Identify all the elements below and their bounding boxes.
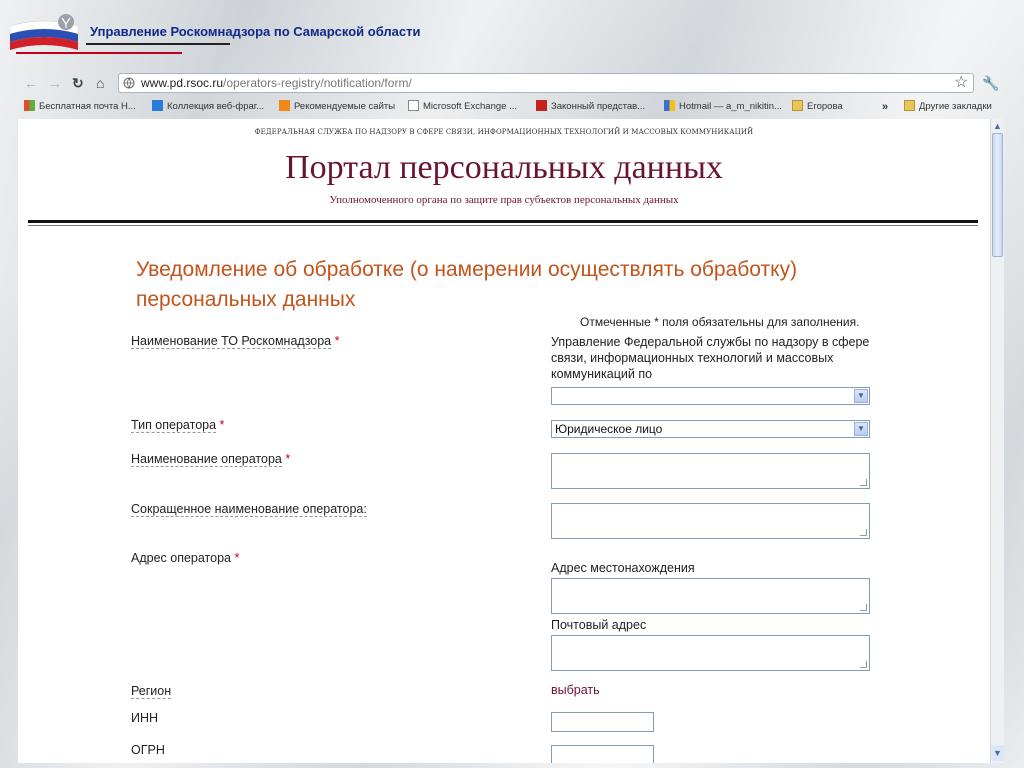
header-divider	[28, 220, 978, 223]
globe-icon	[123, 77, 135, 89]
scroll-down-icon[interactable]: ▼	[991, 745, 1004, 761]
windows-flag-icon	[664, 100, 675, 111]
operator-name-textarea[interactable]	[551, 453, 870, 489]
operator-type-select[interactable]: Юридическое лицо ▼	[551, 420, 870, 438]
vertical-scrollbar[interactable]: ▲ ▼	[990, 119, 1004, 763]
slide-header: Управление Роскомнадзора по Самарской об…	[0, 0, 1024, 68]
folder-icon	[792, 100, 803, 111]
form-title: Уведомление об обработке (о намерении ос…	[136, 258, 798, 311]
postal-address-textarea[interactable]	[551, 635, 870, 671]
scroll-up-icon[interactable]: ▲	[991, 119, 1004, 133]
bookmark-item[interactable]: Microsoft Exchange ...	[408, 97, 517, 117]
home-icon[interactable]: ⌂	[96, 74, 104, 92]
bookmarks-overflow-icon[interactable]: »	[882, 97, 888, 117]
ogrn-input[interactable]	[551, 745, 654, 763]
header-divider-thin	[28, 225, 978, 226]
url-text: www.pd.rsoc.ru/operators-registry/notifi…	[141, 76, 412, 90]
required-fields-note: Отмеченные * поля обязательны для заполн…	[580, 315, 860, 329]
location-address-textarea[interactable]	[551, 578, 870, 614]
region-label: Регион	[131, 684, 172, 699]
chevron-down-icon: ▼	[854, 389, 868, 403]
slide-title: Управление Роскомнадзора по Самарской об…	[90, 24, 421, 39]
bookmark-item[interactable]: Бесплатная почта Н...	[24, 97, 136, 117]
title-underline-accent	[16, 52, 182, 54]
agency-caption: ФЕДЕРАЛЬНАЯ СЛУЖБА ПО НАДЗОРУ В СФЕРЕ СВ…	[254, 128, 754, 136]
other-bookmarks-folder[interactable]: Другие закладки	[904, 97, 992, 117]
bookmark-item[interactable]: Рекомендуемые сайты	[279, 97, 395, 117]
forward-icon[interactable]: →	[48, 74, 62, 92]
operator-short-name-textarea[interactable]	[551, 503, 870, 539]
ogrn-label: ОГРН	[131, 743, 165, 757]
bookmark-item[interactable]: Hotmail — a_m_nikitin...	[664, 97, 782, 117]
operator-address-label: Адрес оператора *	[131, 551, 240, 565]
back-icon[interactable]: ←	[24, 74, 38, 92]
operator-short-name-label: Сокращенное наименование оператора:	[131, 502, 367, 517]
page-icon	[408, 100, 419, 111]
windows-flag-icon	[24, 100, 35, 111]
bookmarks-bar: Бесплатная почта Н... Коллекция веб-фраг…	[18, 97, 1004, 117]
portal-title: Портал персональных данных	[285, 149, 723, 186]
wrench-icon[interactable]: 🔧	[982, 74, 999, 92]
operator-name-label: Наименование оператора *	[131, 452, 291, 467]
url-path: /operators-registry/notification/form/	[223, 76, 412, 90]
postal-address-label: Почтовый адрес	[551, 618, 647, 632]
region-select-link[interactable]: выбрать	[551, 683, 600, 697]
suggested-sites-icon	[279, 100, 290, 111]
portal-subtitle: Уполномоченного органа по защите прав су…	[329, 194, 679, 206]
page-viewport: ФЕДЕРАЛЬНАЯ СЛУЖБА ПО НАДЗОРУ В СФЕРЕ СВ…	[18, 119, 990, 763]
inn-label: ИНН	[131, 711, 159, 725]
address-bar[interactable]: www.pd.rsoc.ru/operators-registry/notifi…	[118, 73, 974, 93]
to-select[interactable]: ▼	[551, 387, 870, 405]
bookmark-item[interactable]: Коллекция веб-фраг...	[152, 97, 264, 117]
web-slice-icon	[152, 100, 163, 111]
bookmark-folder[interactable]: Егорова	[792, 97, 843, 117]
reload-icon[interactable]: ↻	[72, 74, 84, 92]
scrollbar-thumb[interactable]	[992, 133, 1003, 257]
chevron-down-icon: ▼	[854, 422, 868, 436]
folder-icon	[904, 100, 915, 111]
bookmark-item[interactable]: Законный представ...	[536, 97, 645, 117]
title-underline	[86, 43, 230, 45]
to-name-value: Управление Федеральной службы по надзору…	[551, 335, 870, 381]
inn-input[interactable]	[551, 712, 654, 732]
operator-type-label: Тип оператора *	[131, 418, 225, 433]
url-host: www.pd.rsoc.ru	[141, 76, 224, 90]
to-name-label: Наименование ТО Роскомнадзора *	[131, 334, 340, 349]
bookmark-star-icon[interactable]: ☆	[954, 73, 968, 93]
location-address-label: Адрес местонахождения	[551, 561, 695, 575]
law-site-icon	[536, 100, 547, 111]
